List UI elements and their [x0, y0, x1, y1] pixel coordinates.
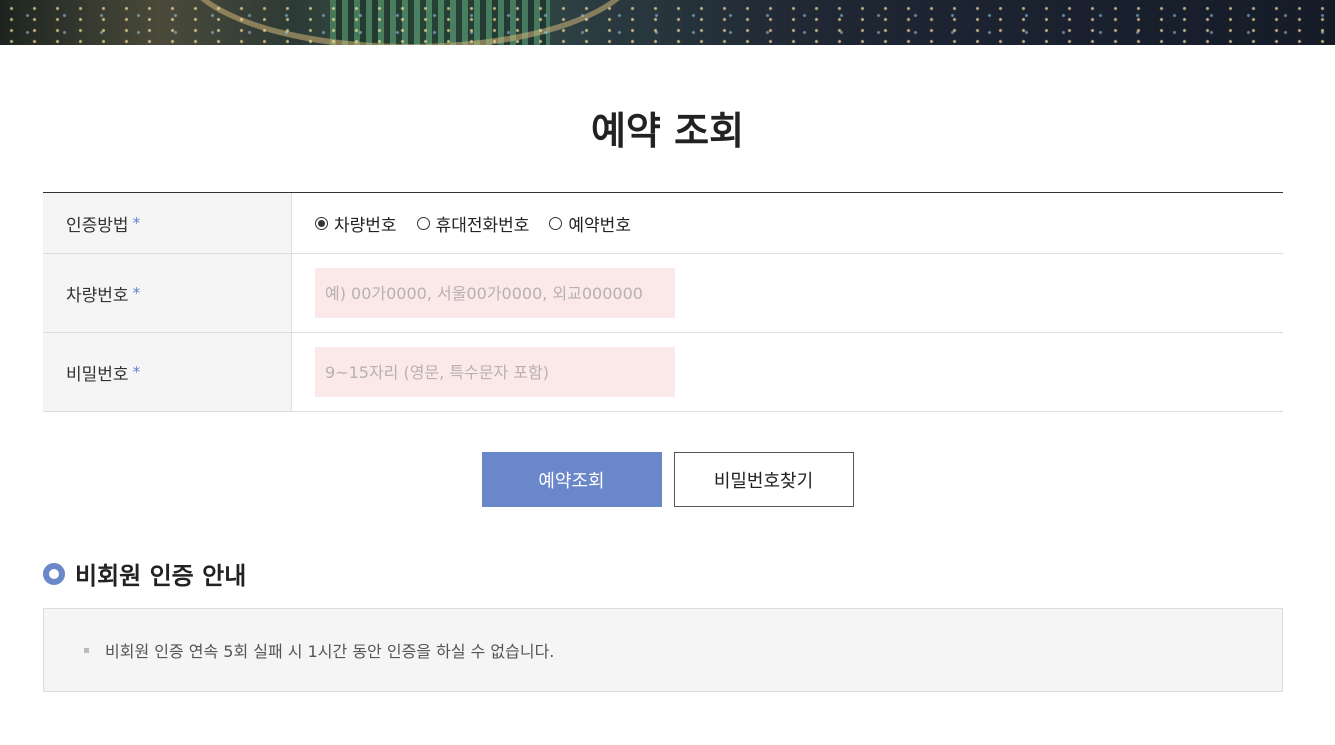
radio-button-icon[interactable] [549, 216, 563, 230]
list-item: 비회원 인증 연속 5회 실패 시 1시간 동안 인증을 하실 수 없습니다. [84, 638, 554, 662]
auth-method-options-cell: 차량번호 휴대전화번호 예약번호 [292, 193, 1283, 253]
radio-car-number[interactable]: 차량번호 [315, 211, 397, 236]
find-password-button[interactable]: 비밀번호찾기 [673, 452, 854, 507]
search-reservation-button[interactable]: 예약조회 [481, 452, 662, 507]
password-input[interactable] [315, 347, 675, 397]
password-row: 비밀번호 * [43, 333, 1283, 412]
radio-button-icon[interactable] [416, 216, 430, 230]
password-label-cell: 비밀번호 * [43, 333, 292, 411]
top-banner-image [0, 0, 1335, 45]
radio-label: 차량번호 [334, 215, 397, 236]
car-number-input[interactable] [315, 268, 675, 318]
action-buttons: 예약조회 비밀번호찾기 [0, 452, 1335, 507]
auth-method-label: 인증방법 [66, 215, 129, 236]
required-mark: * [132, 214, 141, 232]
ring-bullet-icon [43, 562, 65, 585]
car-number-label: 차량번호 [66, 285, 129, 306]
required-mark: * [132, 284, 141, 302]
page-title: 예약 조회 [590, 108, 745, 153]
square-bullet-icon [84, 647, 89, 653]
radio-reservation-number[interactable]: 예약번호 [549, 211, 631, 236]
notice-heading-text: 비회원 인증 안내 [75, 562, 247, 590]
car-number-label-cell: 차량번호 * [43, 254, 292, 332]
required-mark: * [132, 363, 141, 381]
notice-text: 비회원 인증 연속 5회 실패 시 1시간 동안 인증을 하실 수 없습니다. [105, 642, 555, 661]
auth-method-radio-group: 차량번호 휴대전화번호 예약번호 [315, 211, 651, 236]
auth-method-row: 인증방법 * 차량번호 휴대전화번호 예약번호 [43, 193, 1283, 254]
password-label: 비밀번호 [66, 364, 129, 385]
reservation-lookup-form: 인증방법 * 차량번호 휴대전화번호 예약번호 차량번호 * 예) 00가000… [43, 192, 1283, 412]
auth-method-label-cell: 인증방법 * [43, 193, 292, 253]
car-number-row: 차량번호 * [43, 254, 1283, 333]
radio-label: 예약번호 [568, 215, 631, 236]
radio-mobile-number[interactable]: 휴대전화번호 [416, 211, 530, 236]
radio-button-icon[interactable] [315, 216, 328, 230]
car-number-input-cell [292, 254, 1283, 332]
radio-label: 휴대전화번호 [435, 215, 530, 236]
notice-heading: 비회원 인증 안내 [43, 556, 246, 591]
password-input-cell [292, 333, 1283, 411]
notice-box: 비회원 인증 연속 5회 실패 시 1시간 동안 인증을 하실 수 없습니다. [43, 608, 1283, 692]
